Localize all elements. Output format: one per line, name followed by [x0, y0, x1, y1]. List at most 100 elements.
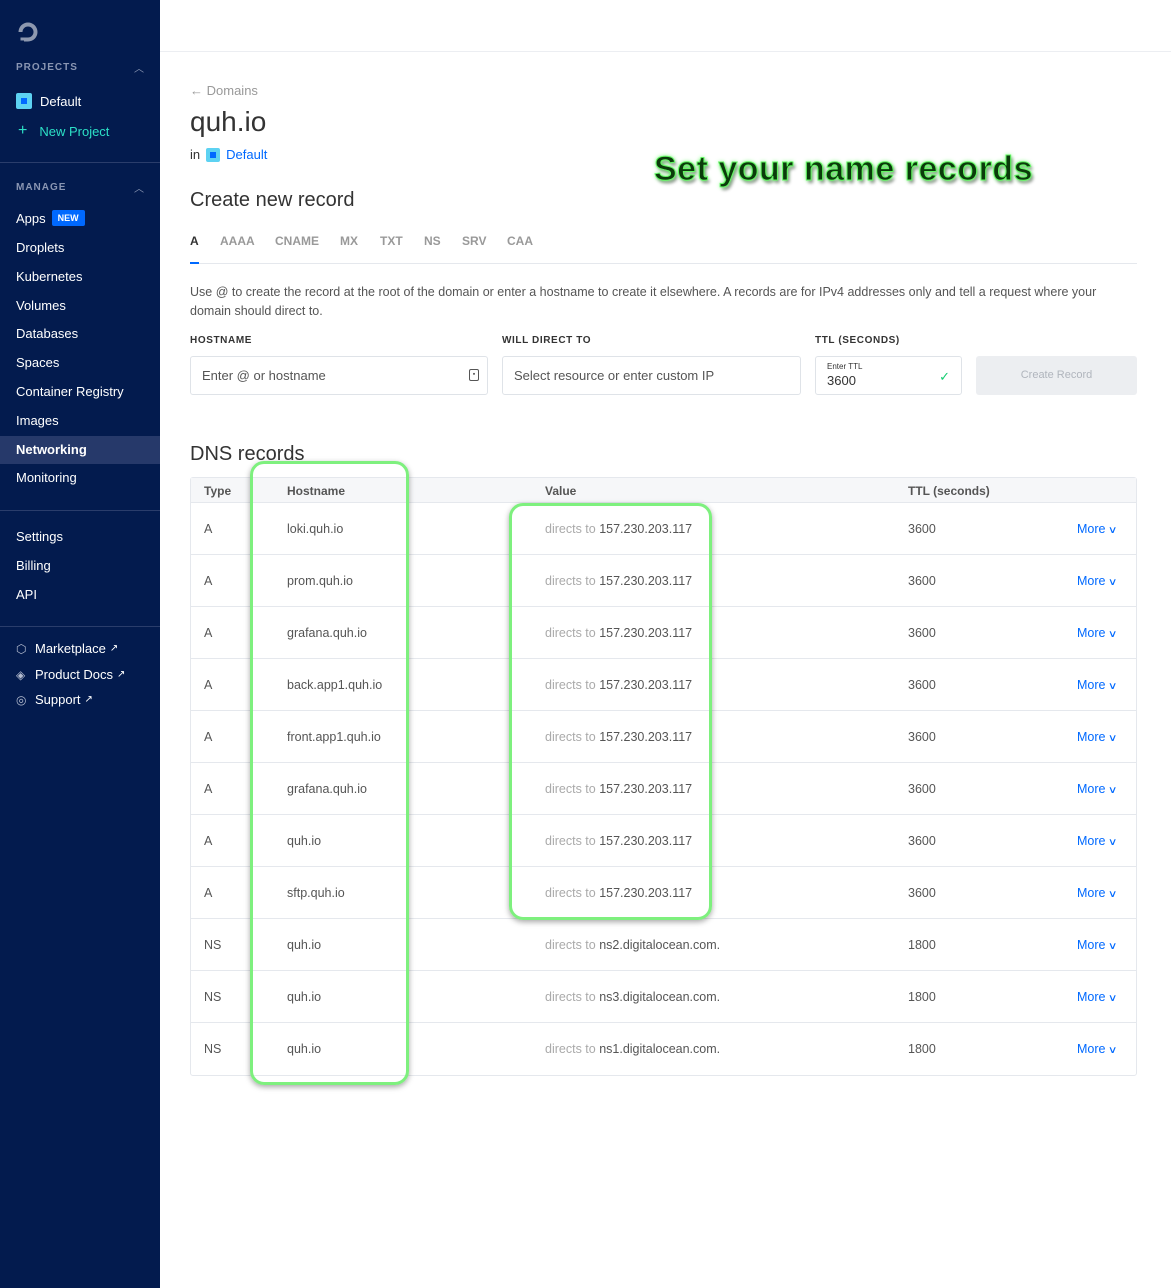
sidebar-divider — [0, 162, 160, 163]
project-indicator: in Default — [190, 147, 267, 162]
record-type: A — [204, 522, 213, 536]
sidebar-item-api[interactable]: API — [0, 581, 160, 609]
collapse-manage-chevron-icon[interactable]: ︿ — [134, 180, 144, 195]
annotation-text: Set your name records — [654, 150, 1033, 189]
sidebar-item-billing[interactable]: Billing — [0, 552, 160, 580]
in-label: in — [190, 147, 201, 162]
more-menu-button[interactable]: More ∨ — [1077, 626, 1118, 640]
sidebar-item-support[interactable]: ◎ Support ↗ — [16, 692, 93, 707]
more-menu-button[interactable]: More ∨ — [1077, 678, 1118, 692]
sidebar-item-spaces[interactable]: Spaces — [0, 349, 160, 377]
table-row: Agrafana.quh.io directs to 157.230.203.11… — [191, 607, 1136, 659]
digitalocean-logo-icon[interactable] — [16, 20, 40, 44]
record-value: directs to 157.230.203.117 — [545, 782, 692, 796]
record-hostname: loki.quh.io — [287, 522, 344, 536]
record-value-text: 157.230.203.117 — [599, 730, 693, 744]
more-menu-button[interactable]: More ∨ — [1077, 834, 1118, 848]
collapse-projects-chevron-icon[interactable]: ︿ — [134, 60, 144, 75]
sidebar-item-monitoring[interactable]: Monitoring — [0, 464, 160, 492]
ttl-value: 3600 — [827, 373, 856, 388]
record-value-text: 157.230.203.117 — [599, 678, 693, 692]
sidebar-item-marketplace[interactable]: ⬡ Marketplace ↗ — [16, 641, 118, 656]
table-header: Type Hostname Value TTL (seconds) — [191, 478, 1136, 503]
tab-txt[interactable]: TXT — [380, 234, 403, 248]
sidebar-project-default[interactable]: Default — [16, 93, 81, 109]
tab-cname[interactable]: CNAME — [275, 234, 319, 248]
directs-to-label: directs to — [545, 1042, 596, 1056]
hostname-placeholder: Enter @ or hostname — [202, 368, 326, 383]
record-type: A — [204, 782, 213, 796]
external-link-icon: ↗ — [109, 643, 119, 654]
record-hostname: grafana.quh.io — [287, 626, 367, 640]
check-icon: ✓ — [939, 369, 950, 384]
record-ttl: 3600 — [908, 730, 936, 744]
table-row: Agrafana.quh.io directs to 157.230.203.11… — [191, 763, 1136, 815]
record-ttl: 3600 — [908, 574, 936, 588]
tab-a[interactable]: A — [190, 234, 199, 248]
more-menu-button[interactable]: More ∨ — [1077, 730, 1118, 744]
breadcrumb-domains-link[interactable]: Domains — [207, 83, 258, 98]
sidebar-item-label: Images — [16, 413, 59, 428]
tab-srv[interactable]: SRV — [462, 234, 486, 248]
record-value-text: 157.230.203.117 — [599, 574, 693, 588]
projects-section-label: PROJECTS — [16, 62, 78, 73]
record-ttl: 3600 — [908, 678, 936, 692]
sidebar-item-droplets[interactable]: Droplets — [0, 234, 160, 262]
sidebar-item-product-docs[interactable]: ◈ Product Docs ↗ — [16, 667, 125, 682]
record-value-text: 157.230.203.117 — [599, 782, 693, 796]
more-menu-button[interactable]: More ∨ — [1077, 1042, 1118, 1056]
record-value-text: ns2.digitalocean.com. — [599, 938, 721, 952]
sidebar-item-apps[interactable]: Apps NEW — [0, 205, 160, 233]
hostname-input[interactable]: Enter @ or hostname ▪ — [190, 356, 488, 395]
table-row: Aloki.quh.io directs to 157.230.203.117 36… — [191, 503, 1136, 555]
more-menu-button[interactable]: More ∨ — [1077, 886, 1118, 900]
will-direct-to-input[interactable]: Select resource or enter custom IP — [502, 356, 801, 395]
more-menu-button[interactable]: More ∨ — [1077, 574, 1118, 588]
sidebar-item-label: Volumes — [16, 298, 66, 313]
hostname-label: HOSTNAME — [190, 335, 253, 346]
record-value-text: 157.230.203.117 — [599, 834, 693, 848]
record-type: A — [204, 834, 213, 848]
more-label: More — [1077, 834, 1106, 848]
tab-mx[interactable]: MX — [340, 234, 358, 248]
plus-icon: + — [18, 122, 28, 139]
chevron-down-icon: ∨ — [1108, 681, 1118, 692]
sidebar-item-kubernetes[interactable]: Kubernetes — [0, 263, 160, 291]
chevron-down-icon: ∨ — [1108, 1045, 1118, 1056]
project-link[interactable]: Default — [226, 147, 267, 162]
autofill-icon: ▪ — [469, 369, 479, 381]
record-hostname: prom.quh.io — [287, 574, 354, 588]
record-value: directs to 157.230.203.117 — [545, 574, 692, 588]
record-type: A — [204, 574, 213, 588]
sidebar-item-volumes[interactable]: Volumes — [0, 292, 160, 320]
ttl-input[interactable]: Enter TTL 3600 ✓ — [815, 356, 962, 395]
sidebar-item-label: Container Registry — [16, 384, 124, 399]
tab-caa[interactable]: CAA — [507, 234, 533, 248]
sidebar-item-networking[interactable]: Networking — [0, 436, 160, 464]
more-label: More — [1077, 678, 1106, 692]
sidebar-item-label: Networking — [16, 442, 87, 457]
more-menu-button[interactable]: More ∨ — [1077, 938, 1118, 952]
record-ttl: 1800 — [908, 1042, 936, 1056]
chevron-down-icon: ∨ — [1108, 941, 1118, 952]
column-value: Value — [545, 484, 577, 498]
record-value-text: ns1.digitalocean.com. — [599, 1042, 721, 1056]
sidebar-item-databases[interactable]: Databases — [0, 320, 160, 348]
create-record-button[interactable]: Create Record — [976, 356, 1137, 395]
table-row: Asftp.quh.io directs to 157.230.203.117 36… — [191, 867, 1136, 919]
sidebar-item-container-registry[interactable]: Container Registry — [0, 378, 160, 406]
more-menu-button[interactable]: More ∨ — [1077, 782, 1118, 796]
table-row: NS quh.io directs to ns3.digitalocean.com.… — [191, 971, 1136, 1023]
tab-aaaa[interactable]: AAAA — [220, 234, 255, 248]
record-hostname: sftp.quh.io — [287, 886, 345, 900]
active-tab-indicator — [190, 262, 199, 264]
new-project-link[interactable]: + New Project — [16, 122, 109, 140]
chevron-down-icon: ∨ — [1108, 993, 1118, 1004]
sidebar-item-images[interactable]: Images — [0, 407, 160, 435]
sidebar-item-settings[interactable]: Settings — [0, 523, 160, 551]
tab-ns[interactable]: NS — [424, 234, 441, 248]
breadcrumb[interactable]: ← Domains — [190, 83, 258, 98]
record-value: directs to ns1.digitalocean.com. — [545, 1042, 720, 1056]
more-menu-button[interactable]: More ∨ — [1077, 990, 1118, 1004]
more-menu-button[interactable]: More ∨ — [1077, 522, 1118, 536]
